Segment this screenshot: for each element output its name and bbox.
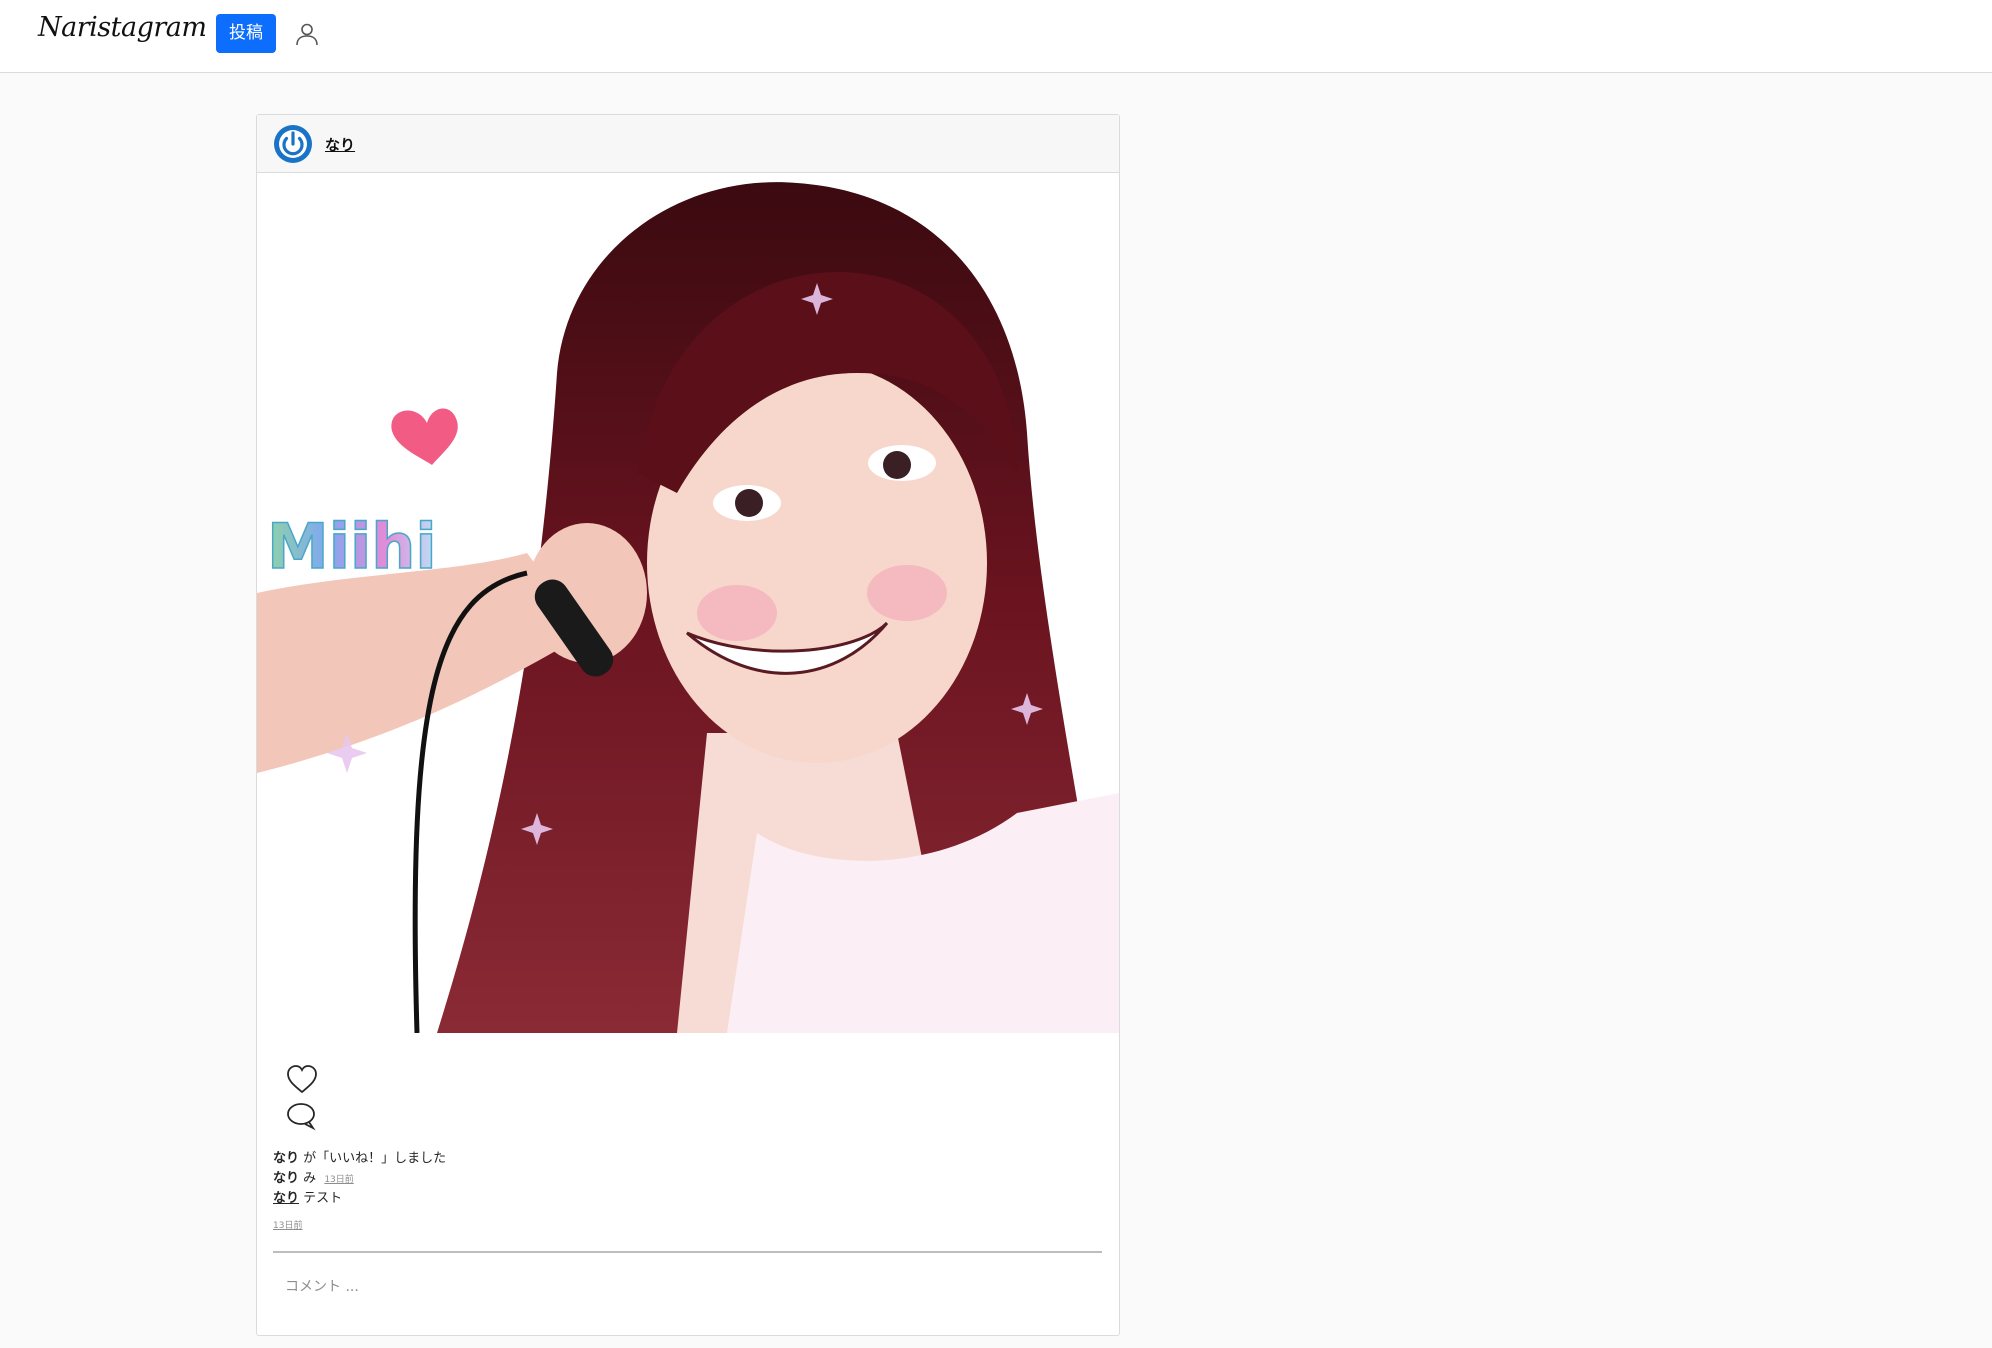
post-username[interactable]: なり [325,134,355,155]
avatar[interactable] [273,124,313,164]
comment-item: なり み 13日前 [273,1167,354,1186]
illustration-text: Miihi [267,510,437,583]
likes-summary: なり が「いいね！」しました [273,1147,446,1166]
post-image: Miihi [257,173,1119,1033]
caption-username[interactable]: なり [273,1191,299,1206]
divider [273,1251,1102,1253]
post-header: なり [257,115,1119,173]
comment-input[interactable] [273,1263,1102,1311]
comment-time[interactable]: 13日前 [324,1175,353,1185]
caption-text: テスト [303,1191,343,1206]
like-username[interactable]: なり [273,1151,299,1166]
comment-text: み [303,1171,317,1186]
user-icon[interactable] [294,21,320,47]
like-heart-icon[interactable] [285,1063,319,1097]
like-text: が「いいね！」しました [303,1151,447,1166]
post-card: なり Miihi なり が「いいね！」しました なり み 13日前 なり テスト… [256,114,1120,1336]
top-nav: Naristagram 投稿 [0,0,1992,73]
comment-bubble-icon[interactable] [285,1101,317,1131]
app-logo[interactable]: Naristagram [38,12,207,43]
post-button[interactable]: 投稿 [216,14,276,53]
post-time[interactable]: 13日前 [273,1218,302,1231]
portrait-illustration: Miihi [257,173,1119,1033]
caption: なり テスト [273,1187,342,1206]
comment-username[interactable]: なり [273,1171,299,1186]
